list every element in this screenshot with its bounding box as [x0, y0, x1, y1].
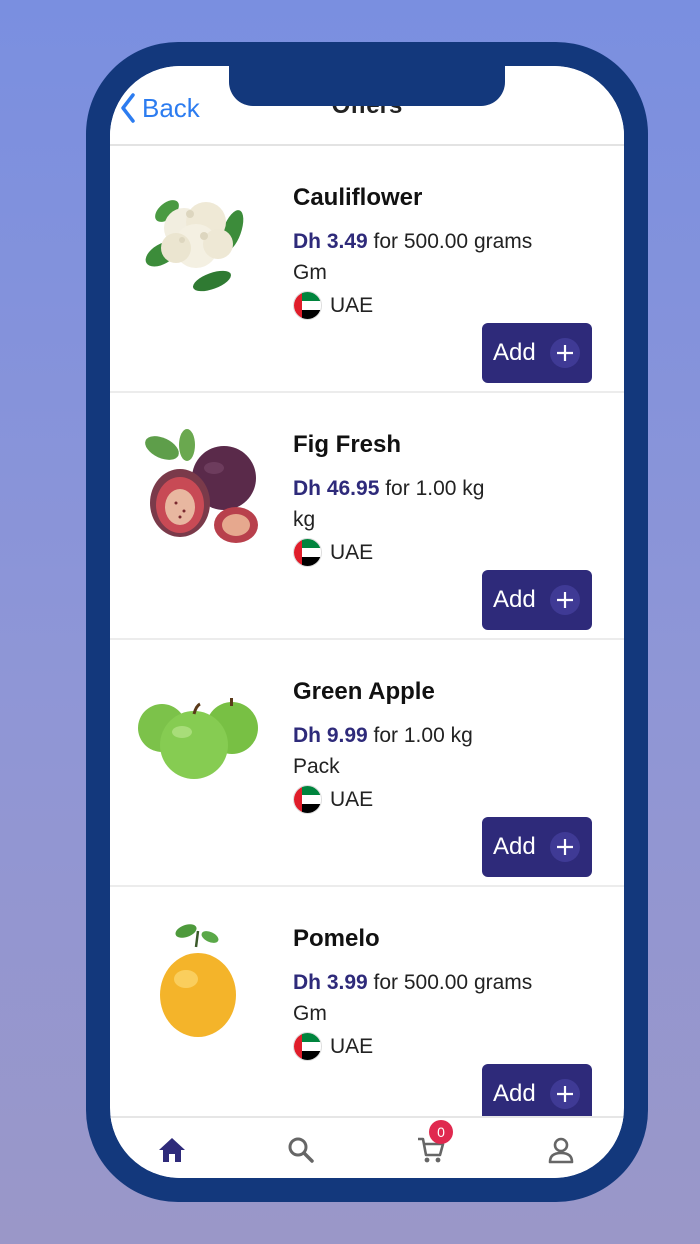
plus-icon	[549, 832, 580, 862]
origin-label: UAE	[330, 540, 374, 564]
green-apple-image	[138, 698, 258, 779]
product-unit: Pack	[293, 755, 340, 778]
pomelo-image	[160, 924, 236, 1037]
product-unit: Gm	[293, 1002, 327, 1025]
add-label: Add	[493, 833, 536, 860]
origin-label: UAE	[330, 293, 374, 317]
price-line: Dh 9.99 for 1.00 kg	[293, 724, 473, 748]
tab-cart[interactable]: 0	[411, 1120, 453, 1170]
product-price: Dh 3.99	[293, 971, 368, 994]
price-line: Dh 3.99 for 500.00 grams	[293, 971, 532, 995]
add-button[interactable]: Add	[482, 570, 592, 630]
tab-profile[interactable]	[541, 1130, 581, 1170]
product-name: Green Apple	[293, 678, 435, 705]
add-label: Add	[493, 1080, 536, 1107]
uae-flag-icon	[293, 785, 322, 814]
list-item[interactable]: Fig Fresh Dh 46.95 for 1.00 kg kg UAE Ad…	[110, 393, 624, 640]
product-unit: Gm	[293, 261, 327, 284]
add-label: Add	[493, 586, 536, 613]
tab-bar: 0	[110, 1116, 624, 1178]
origin-label: UAE	[330, 787, 374, 811]
product-price: Dh 3.49	[293, 230, 368, 253]
product-name: Fig Fresh	[293, 431, 402, 458]
notch	[229, 66, 505, 106]
phone-frame: Back Offers	[86, 42, 648, 1202]
user-icon	[548, 1137, 574, 1164]
uae-flag-icon	[293, 538, 322, 567]
app-screen: Back Offers	[110, 66, 624, 1178]
plus-icon	[549, 1079, 580, 1109]
search-icon	[288, 1137, 314, 1163]
product-unit: kg	[293, 508, 316, 531]
uae-flag-icon	[293, 1032, 322, 1061]
origin-label: UAE	[330, 1034, 374, 1058]
product-origin: UAE	[293, 1032, 373, 1061]
product-origin: UAE	[293, 291, 373, 320]
add-button[interactable]: Add	[482, 1064, 592, 1116]
product-price: Dh 46.95	[293, 477, 380, 500]
price-detail: for 500.00 grams	[367, 230, 533, 253]
product-price: Dh 9.99	[293, 724, 368, 747]
list-item[interactable]: Green Apple Dh 9.99 for 1.00 kg Pack UAE…	[110, 640, 624, 887]
add-button[interactable]: Add	[482, 323, 592, 383]
product-origin: UAE	[293, 538, 373, 567]
uae-flag-icon	[293, 291, 322, 320]
home-icon	[159, 1138, 185, 1162]
cart-count-badge: 0	[429, 1120, 453, 1144]
list-item[interactable]: Pomelo Dh 3.99 for 500.00 grams Gm UAE A…	[110, 887, 624, 1116]
cauliflower-image	[145, 200, 244, 292]
tab-home[interactable]	[152, 1130, 192, 1170]
price-line: Dh 46.95 for 1.00 kg	[293, 477, 484, 501]
tab-search[interactable]	[281, 1130, 321, 1170]
product-origin: UAE	[293, 785, 373, 814]
price-detail: for 500.00 grams	[367, 971, 533, 994]
product-name: Pomelo	[293, 925, 380, 952]
product-name: Cauliflower	[293, 184, 423, 211]
price-detail: for 1.00 kg	[379, 477, 485, 500]
add-label: Add	[493, 339, 536, 366]
price-detail: for 1.00 kg	[367, 724, 473, 747]
fig-image	[145, 429, 258, 543]
plus-icon	[549, 338, 580, 368]
list-item[interactable]: Cauliflower Dh 3.49 for 500.00 grams Gm …	[110, 146, 624, 393]
price-line: Dh 3.49 for 500.00 grams	[293, 230, 532, 254]
add-button[interactable]: Add	[482, 817, 592, 877]
plus-icon	[549, 585, 580, 615]
offers-list[interactable]: Cauliflower Dh 3.49 for 500.00 grams Gm …	[110, 146, 624, 1116]
